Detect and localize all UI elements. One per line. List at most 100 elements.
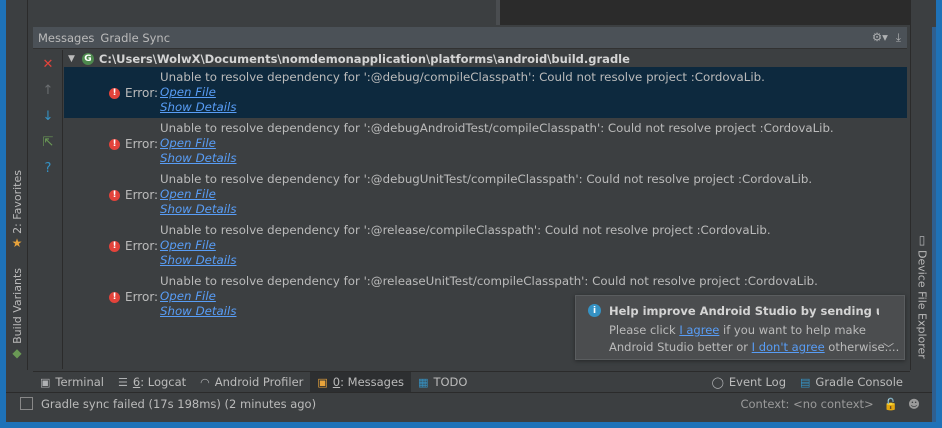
event-log-icon: ◯	[711, 375, 724, 389]
tab-gradle-console-label: Gradle Console	[815, 375, 903, 389]
notification-text: if you want to help make	[719, 323, 866, 337]
hector-icon[interactable]: ☻	[908, 397, 920, 411]
hide-panel-icon[interactable]: ⤓	[896, 30, 901, 45]
open-file-link[interactable]: Open File	[160, 238, 216, 252]
logcat-icon: ☰	[118, 375, 128, 389]
tab-build-variants[interactable]: Build Variants ◆	[6, 267, 28, 361]
todo-icon: ▦	[418, 375, 429, 389]
show-details-link[interactable]: Show Details	[160, 100, 236, 114]
message-item[interactable]: Unable to resolve dependency for ':@debu…	[64, 169, 907, 220]
tree-root-row[interactable]: ▼ G C:\Users\WolwX\Documents\nomdemonapp…	[64, 50, 907, 67]
error-icon: !	[109, 138, 120, 150]
tool-windows-toggle-icon[interactable]	[20, 397, 33, 410]
error-badge: ! Error:	[109, 188, 158, 202]
usage-stats-notification[interactable]: i Help improve Android Studio by sending…	[575, 295, 905, 360]
tab-logcat-mnemonic: 6	[132, 375, 141, 389]
context-indicator[interactable]: Context: <no context>	[740, 397, 873, 411]
open-file-link[interactable]: Open File	[160, 187, 216, 201]
notification-line-1: Please click I agree if you want to help…	[609, 323, 866, 337]
messages-toolbar: ✕ ⇟ ↑ ⇞ ↓ ◔ ⇱ ⤓ ?	[33, 50, 82, 369]
right-tool-strip: ▯ Device File Explorer	[910, 0, 932, 370]
show-details-link[interactable]: Show Details	[160, 304, 236, 318]
info-icon: i	[588, 304, 601, 317]
tab-messages-mnemonic: 0	[332, 375, 341, 389]
help-icon[interactable]: ?	[41, 162, 55, 176]
android-icon: ◆	[12, 346, 22, 361]
tab-terminal-label: Terminal	[55, 375, 105, 389]
message-text: Unable to resolve dependency for ':@debu…	[160, 70, 765, 84]
next-arrow-icon[interactable]: ↓	[41, 110, 55, 124]
error-icon: !	[109, 87, 120, 99]
tab-gradle-console[interactable]: ▤ Gradle Console	[793, 372, 910, 393]
message-item[interactable]: Unable to resolve dependency for ':@debu…	[64, 118, 907, 169]
error-label: Error:	[125, 188, 159, 202]
status-message[interactable]: Gradle sync failed (17s 198ms) (2 minute…	[41, 397, 316, 411]
editor-top-strip	[6, 0, 936, 27]
settings-gear-icon[interactable]: ⚙▾	[872, 30, 888, 45]
favorites-label: 2: Favorites	[10, 169, 24, 234]
editor-area[interactable]	[500, 0, 910, 25]
notification-line-2: Android Studio better or I don't agree o…	[609, 340, 899, 354]
bottom-tool-tabs: ▣ Terminal ☰ 6: Logcat ◠ Android Profile…	[33, 371, 910, 393]
error-badge: ! Error:	[109, 239, 158, 253]
expand-chevron-icon[interactable]: ﹀	[883, 340, 894, 356]
panel-title: Messages	[38, 30, 95, 45]
profiler-gauge-icon: ◠	[200, 375, 210, 389]
left-tool-strip: 2: Favorites ★ Build Variants ◆	[6, 0, 28, 370]
error-badge: ! Error:	[109, 86, 158, 100]
open-file-link[interactable]: Open File	[160, 136, 216, 150]
export-icon[interactable]: ⇱	[41, 136, 55, 150]
open-file-link[interactable]: Open File	[160, 289, 216, 303]
tab-profiler-label: Android Profiler	[214, 375, 304, 389]
terminal-icon: ▣	[40, 375, 51, 389]
tab-device-file-explorer[interactable]: ▯ Device File Explorer	[911, 233, 933, 359]
notification-text: Please click	[609, 323, 680, 337]
tab-messages-label: : Messages	[340, 375, 405, 389]
tab-logcat[interactable]: ☰ 6: Logcat	[111, 372, 193, 393]
error-icon: !	[109, 291, 120, 303]
message-item[interactable]: Unable to resolve dependency for ':@rele…	[64, 220, 907, 271]
star-icon: ★	[11, 236, 23, 251]
tab-messages[interactable]: ▣ 0: Messages	[310, 371, 412, 393]
device-icon: ▯	[918, 233, 926, 248]
panel-subtitle: Gradle Sync	[100, 30, 171, 45]
tab-todo[interactable]: ▦ TODO	[411, 372, 474, 393]
error-icon: !	[109, 189, 120, 201]
gradle-console-icon: ▤	[800, 375, 811, 389]
notification-text: Android Studio better or	[609, 340, 752, 354]
build-gradle-path: C:\Users\WolwX\Documents\nomdemonapplica…	[98, 51, 630, 66]
message-text: Unable to resolve dependency for ':@rele…	[160, 223, 771, 237]
show-details-link[interactable]: Show Details	[160, 151, 236, 165]
error-badge: ! Error:	[109, 290, 158, 304]
error-label: Error:	[125, 86, 159, 100]
message-item[interactable]: Unable to resolve dependency for ':@debu…	[64, 67, 907, 118]
i-dont-agree-link[interactable]: I don't agree	[752, 340, 825, 354]
panel-header: Messages Gradle Sync ⚙▾ ⤓	[33, 27, 907, 49]
messages-icon: ▣	[317, 375, 328, 389]
tab-terminal[interactable]: ▣ Terminal	[33, 372, 111, 393]
error-badge: ! Error:	[109, 137, 158, 151]
device-file-explorer-label: Device File Explorer	[915, 250, 929, 359]
ide-window: 2: Favorites ★ Build Variants ◆ ▯ Device…	[6, 0, 936, 422]
tab-android-profiler[interactable]: ◠ Android Profiler	[193, 372, 310, 393]
show-details-link[interactable]: Show Details	[160, 202, 236, 216]
tab-logcat-label: : Logcat	[140, 375, 187, 389]
error-label: Error:	[125, 290, 159, 304]
lock-icon[interactable]: 🔓	[884, 397, 898, 411]
previous-arrow-icon[interactable]: ↑	[41, 84, 55, 98]
open-file-link[interactable]: Open File	[160, 85, 216, 99]
show-details-link[interactable]: Show Details	[160, 253, 236, 267]
notification-title: Help improve Android Studio by sending u…	[609, 304, 879, 318]
gradle-file-icon: G	[81, 52, 94, 65]
tab-event-log[interactable]: ◯ Event Log	[705, 372, 793, 393]
close-icon[interactable]: ✕	[41, 58, 55, 72]
message-text: Unable to resolve dependency for ':@debu…	[160, 172, 813, 186]
error-label: Error:	[125, 239, 159, 253]
collapse-triangle-icon[interactable]: ▼	[68, 54, 75, 64]
error-icon: !	[109, 240, 120, 252]
i-agree-link[interactable]: I agree	[679, 323, 719, 337]
error-label: Error:	[125, 137, 159, 151]
tab-favorites[interactable]: 2: Favorites ★	[6, 169, 28, 251]
build-variants-label: Build Variants	[10, 267, 24, 344]
tab-todo-label: TODO	[433, 375, 468, 389]
